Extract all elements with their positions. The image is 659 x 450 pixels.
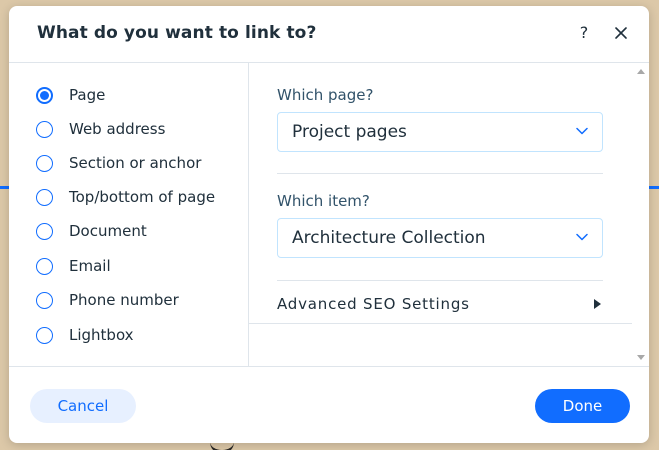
link-type-lightbox[interactable]: Lightbox	[35, 325, 240, 349]
link-type-section-or-anchor[interactable]: Section or anchor	[35, 153, 240, 177]
advanced-seo-settings-toggle[interactable]: Advanced SEO Settings	[277, 283, 603, 323]
link-type-label: Document	[69, 222, 147, 240]
chevron-down-icon	[576, 127, 588, 135]
panel-scrollbar[interactable]	[632, 63, 649, 366]
link-type-label: Lightbox	[69, 326, 134, 344]
radio-icon[interactable]	[36, 327, 53, 344]
section-divider	[277, 280, 603, 281]
done-button[interactable]: Done	[535, 389, 630, 423]
link-settings-panel: Which page? Project pages Which item? Ar…	[249, 63, 632, 366]
radio-icon[interactable]	[36, 189, 53, 206]
radio-checked-icon[interactable]	[36, 87, 53, 104]
link-type-web-address[interactable]: Web address	[35, 119, 240, 143]
link-type-label: Top/bottom of page	[69, 188, 216, 206]
help-icon[interactable]: ?	[573, 22, 595, 44]
page-select[interactable]: Project pages	[277, 112, 603, 152]
link-type-label: Web address	[69, 120, 166, 138]
radio-icon[interactable]	[36, 258, 53, 275]
link-type-label: Section or anchor	[69, 154, 202, 172]
radio-icon[interactable]	[36, 121, 53, 138]
dialog-title: What do you want to link to?	[37, 23, 317, 43]
section-divider	[249, 323, 632, 324]
link-type-document[interactable]: Document	[35, 221, 240, 245]
dialog-header: What do you want to link to? ?	[9, 6, 649, 63]
link-dialog: What do you want to link to? ? Page Web …	[9, 6, 649, 443]
radio-icon[interactable]	[36, 155, 53, 172]
scroll-up-icon[interactable]	[637, 69, 645, 74]
link-type-label: Email	[69, 257, 111, 275]
radio-icon[interactable]	[36, 292, 53, 309]
link-type-label: Page	[69, 86, 106, 104]
link-type-email[interactable]: Email	[35, 256, 240, 280]
which-item-label: Which item?	[277, 192, 370, 210]
page-select-value: Project pages	[292, 122, 407, 142]
dialog-footer: Cancel Done	[9, 366, 649, 443]
advanced-seo-label: Advanced SEO Settings	[277, 295, 470, 313]
which-page-label: Which page?	[277, 86, 374, 104]
section-divider	[277, 173, 603, 174]
link-type-phone-number[interactable]: Phone number	[35, 290, 240, 314]
item-select-value: Architecture Collection	[292, 228, 486, 248]
link-type-list: Page Web address Section or anchor Top/b…	[9, 63, 249, 366]
link-type-label: Phone number	[69, 291, 179, 309]
item-select[interactable]: Architecture Collection	[277, 218, 603, 258]
chevron-down-icon	[576, 233, 588, 241]
cancel-button[interactable]: Cancel	[30, 389, 136, 423]
radio-icon[interactable]	[36, 223, 53, 240]
arrow-right-icon	[594, 299, 601, 309]
close-icon[interactable]	[610, 22, 632, 44]
link-type-top-bottom[interactable]: Top/bottom of page	[35, 187, 240, 211]
link-type-page[interactable]: Page	[35, 85, 240, 109]
scroll-down-icon[interactable]	[637, 355, 645, 360]
